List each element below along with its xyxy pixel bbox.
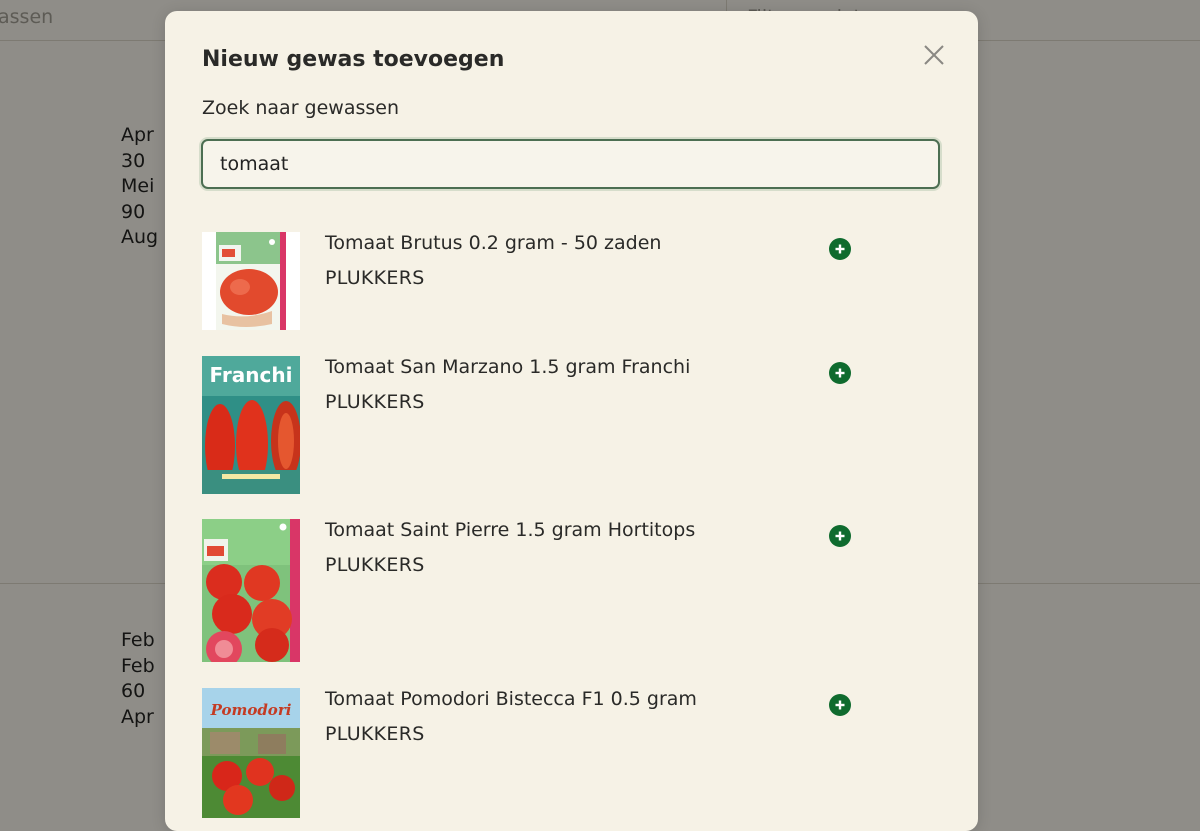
add-crop-button[interactable] — [829, 525, 851, 547]
packet-brand-text: Pomodori — [210, 701, 292, 719]
result-brand: PLUKKERS — [325, 267, 425, 289]
result-item[interactable]: Tomaat Saint Pierre 1.5 gram Hortitops P… — [202, 519, 902, 664]
background-crop-info-1: Apr 30 Mei 90 Aug — [121, 123, 158, 251]
background-search-placeholder: assen — [0, 6, 54, 28]
background-text: 30 — [121, 149, 146, 172]
background-text: 60 — [121, 680, 146, 702]
seed-packet-image: Franchi — [202, 356, 300, 494]
add-crop-modal: Nieuw gewas toevoegen Zoek naar gewassen — [165, 11, 978, 831]
add-crop-button[interactable] — [829, 362, 851, 384]
result-name: Tomaat Saint Pierre 1.5 gram Hortitops — [325, 519, 696, 541]
crop-search-input[interactable] — [201, 139, 940, 189]
result-name: Tomaat Brutus 0.2 gram - 50 zaden — [325, 232, 662, 254]
result-name: Tomaat Pomodori Bistecca F1 0.5 gram — [325, 688, 697, 710]
result-brand: PLUKKERS — [325, 391, 425, 413]
background-text: Feb — [121, 654, 155, 677]
add-crop-button[interactable] — [829, 694, 851, 716]
background-text: Apr — [121, 124, 154, 146]
background-text: 90 — [121, 200, 146, 223]
result-brand: PLUKKERS — [325, 554, 425, 576]
result-brand: PLUKKERS — [325, 723, 425, 745]
plus-circle-icon — [829, 525, 851, 547]
background-text: Mei — [121, 175, 155, 197]
result-item[interactable]: Pomodori Tomaat Pomodori Bistecca F1 0.5… — [202, 688, 902, 818]
seed-packet-image: Pomodori — [202, 688, 300, 818]
result-item[interactable]: Tomaat Brutus 0.2 gram - 50 zaden PLUKKE… — [202, 232, 902, 337]
add-crop-button[interactable] — [829, 238, 851, 260]
result-item[interactable]: Franchi Tomaat San Marzano 1.5 gram Fran… — [202, 356, 902, 496]
search-label: Zoek naar gewassen — [202, 97, 400, 119]
background-text: Aug — [121, 226, 159, 248]
background-text: Feb — [121, 629, 155, 651]
seed-packet-image — [202, 519, 300, 662]
background-text: Apr — [121, 705, 154, 728]
result-name: Tomaat San Marzano 1.5 gram Franchi — [325, 356, 691, 378]
plus-circle-icon — [829, 694, 851, 716]
modal-title: Nieuw gewas toevoegen — [202, 47, 505, 72]
close-icon — [924, 45, 944, 65]
plus-circle-icon — [829, 362, 851, 384]
close-button[interactable] — [920, 41, 948, 69]
packet-brand-text: Franchi — [210, 363, 293, 387]
background-crop-info-2: Feb Feb 60 Apr — [121, 628, 155, 730]
plus-circle-icon — [829, 238, 851, 260]
seed-packet-image — [202, 232, 300, 330]
